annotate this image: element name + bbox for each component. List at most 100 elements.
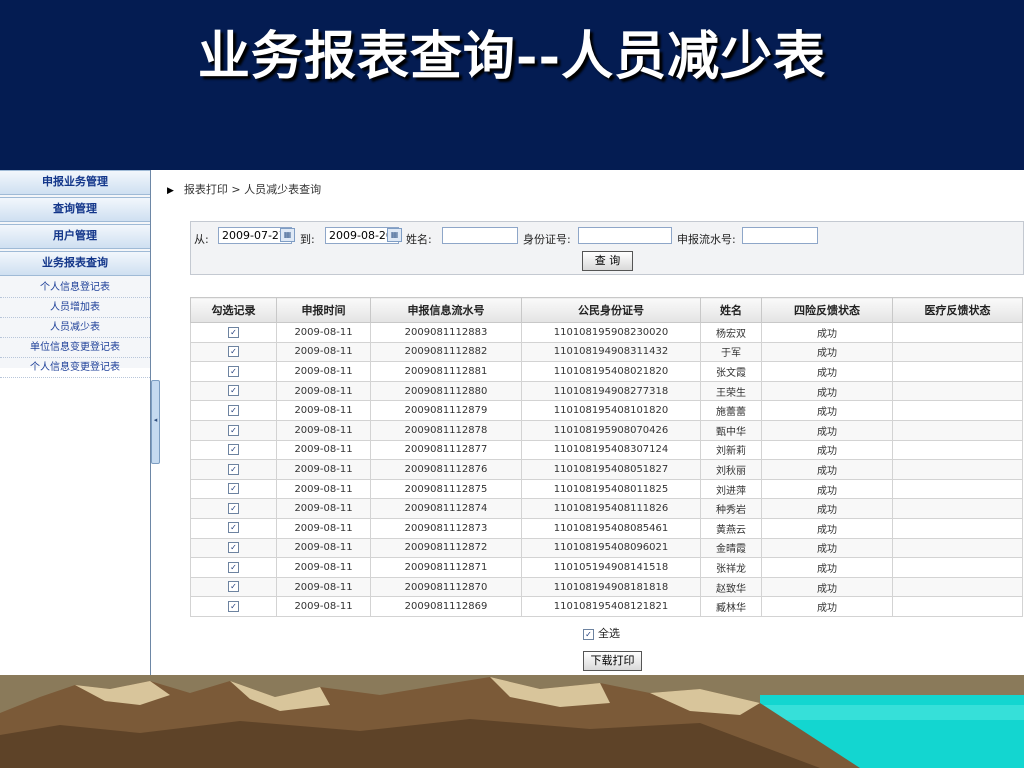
table-row[interactable]: ✓ 2009-08-11 2009081112871 1101051949081415… [190, 557, 1023, 578]
breadcrumb-arrow-icon: ▶ [167, 186, 174, 196]
cell-id-number: 110108195408021820 [521, 361, 701, 382]
cell-id-number: 110108195408051827 [521, 459, 701, 480]
cell-name: 杨宏双 [700, 322, 762, 343]
from-calendar-icon[interactable]: ▦ [280, 228, 295, 242]
cell-declare-time: 2009-08-11 [276, 419, 371, 441]
cell-medical-status [892, 478, 1023, 500]
breadcrumb-path: 报表打印 > 人员减少表查询 [183, 183, 322, 196]
table-row[interactable]: ✓ 2009-08-11 2009081112878 1101081959080704… [190, 419, 1023, 441]
table-row[interactable]: ✓ 2009-08-11 2009081112876 1101081954080518… [190, 459, 1023, 480]
table-row[interactable]: ✓ 2009-08-11 2009081112881 1101081954080218… [190, 361, 1023, 382]
sidebar-group-query-management[interactable]: 查询管理 [0, 197, 150, 222]
cell-serial: 2009081112878 [370, 419, 522, 441]
select-all-label: 全选 [598, 627, 620, 640]
collapse-arrow-icon: ◂ [153, 416, 158, 424]
cell-name: 于军 [700, 341, 762, 363]
sidebar-item-personal-change[interactable]: 个人信息变更登记表 [0, 358, 150, 378]
cell-four-insurance-status: 成功 [761, 596, 893, 617]
row-checkbox[interactable]: ✓ [228, 600, 239, 612]
cell-medical-status [892, 517, 1023, 539]
table-row[interactable]: ✓ 2009-08-11 2009081112879 1101081954081018… [190, 400, 1023, 421]
name-input[interactable] [442, 227, 518, 244]
row-checkbox[interactable]: ✓ [228, 346, 239, 358]
row-checkbox[interactable]: ✓ [228, 404, 239, 416]
row-checkbox[interactable]: ✓ [228, 385, 239, 397]
cell-medical-status [892, 419, 1023, 441]
cell-serial: 2009081112881 [370, 361, 522, 382]
cell-declare-time: 2009-08-11 [276, 498, 371, 519]
cell-declare-time: 2009-08-11 [276, 459, 371, 480]
sidebar-item-personal-registration[interactable]: 个人信息登记表 [0, 278, 150, 298]
cell-name: 张文霞 [700, 361, 762, 382]
cell-id-number: 110108194908181818 [521, 576, 701, 598]
row-checkbox[interactable]: ✓ [228, 463, 239, 475]
sidebar-group-user-management[interactable]: 用户管理 [0, 224, 150, 249]
row-checkbox[interactable]: ✓ [228, 542, 239, 554]
column-header-declare-time: 申报时间 [276, 297, 371, 323]
cell-medical-status [892, 576, 1023, 598]
cell-name: 王荣生 [700, 380, 762, 402]
cell-declare-time: 2009-08-11 [276, 517, 371, 539]
select-all-checkbox[interactable]: ✓ [583, 628, 594, 640]
table-row[interactable]: ✓ 2009-08-11 2009081112874 1101081954081118… [190, 498, 1023, 519]
cell-serial: 2009081112882 [370, 341, 522, 363]
serial-number-label: 申报流水号: [677, 233, 736, 246]
row-checkbox[interactable]: ✓ [228, 502, 239, 514]
cell-four-insurance-status: 成功 [761, 419, 893, 441]
table-row[interactable]: ✓ 2009-08-11 2009081112882 1101081949083114… [190, 341, 1023, 363]
sidebar-collapse-handle[interactable]: ◂ [151, 380, 160, 464]
row-checkbox[interactable]: ✓ [228, 365, 239, 377]
row-checkbox[interactable]: ✓ [228, 561, 239, 573]
table-row[interactable]: ✓ 2009-08-11 2009081112872 1101081954080960… [190, 537, 1023, 559]
cell-four-insurance-status: 成功 [761, 341, 893, 363]
row-checkbox[interactable]: ✓ [228, 483, 239, 495]
to-calendar-icon[interactable]: ▦ [387, 228, 402, 242]
row-select-checkbox-cell: ✓ [190, 478, 277, 500]
cell-serial: 2009081112873 [370, 517, 522, 539]
cell-serial: 2009081112880 [370, 380, 522, 402]
id-number-label: 身份证号: [523, 233, 571, 246]
table-row[interactable]: ✓ 2009-08-11 2009081112880 1101081949082773… [190, 380, 1023, 402]
row-select-checkbox-cell: ✓ [190, 596, 277, 617]
cell-name: 张祥龙 [700, 557, 762, 578]
results-table: 勾选记录 申报时间 申报信息流水号 公民身份证号 姓名 四险反馈状态 医疗反馈状… [190, 297, 1023, 617]
cell-medical-status [892, 400, 1023, 421]
cell-medical-status [892, 498, 1023, 519]
sidebar-group-report-query[interactable]: 业务报表查询 [0, 251, 150, 276]
cell-four-insurance-status: 成功 [761, 557, 893, 578]
row-checkbox[interactable]: ✓ [228, 522, 239, 534]
row-checkbox[interactable]: ✓ [228, 581, 239, 593]
column-header-name: 姓名 [700, 297, 762, 323]
row-checkbox[interactable]: ✓ [228, 444, 239, 456]
cell-name: 刘进萍 [700, 478, 762, 500]
cell-four-insurance-status: 成功 [761, 439, 893, 461]
download-print-button[interactable]: 下载打印 [583, 651, 642, 671]
table-row[interactable]: ✓ 2009-08-11 2009081112875 1101081954080118… [190, 478, 1023, 500]
serial-number-input[interactable] [742, 227, 818, 244]
row-select-checkbox-cell: ✓ [190, 380, 277, 402]
query-button[interactable]: 查 询 [582, 251, 633, 271]
row-checkbox[interactable]: ✓ [228, 326, 239, 338]
sidebar-item-staff-increase[interactable]: 人员增加表 [0, 298, 150, 318]
table-row[interactable]: ✓ 2009-08-11 2009081112870 1101081949081818… [190, 576, 1023, 598]
row-checkbox[interactable]: ✓ [228, 424, 239, 436]
cell-declare-time: 2009-08-11 [276, 557, 371, 578]
cell-medical-status [892, 596, 1023, 617]
sidebar-item-unit-change[interactable]: 单位信息变更登记表 [0, 338, 150, 358]
select-all[interactable]: ✓ 全选 [583, 625, 620, 641]
cell-serial: 2009081112875 [370, 478, 522, 500]
table-row[interactable]: ✓ 2009-08-11 2009081112877 1101081954083071… [190, 439, 1023, 461]
table-row[interactable]: ✓ 2009-08-11 2009081112869 1101081954081218… [190, 596, 1023, 617]
cell-declare-time: 2009-08-11 [276, 478, 371, 500]
id-number-input[interactable] [578, 227, 672, 244]
row-select-checkbox-cell: ✓ [190, 341, 277, 363]
sidebar-item-staff-decrease[interactable]: 人员减少表 [0, 318, 150, 338]
to-label: 到: [300, 233, 315, 246]
table-row[interactable]: ✓ 2009-08-11 2009081112883 1101081959082300… [190, 322, 1023, 343]
cell-name: 赵致华 [700, 576, 762, 598]
table-row[interactable]: ✓ 2009-08-11 2009081112873 1101081954080854… [190, 517, 1023, 539]
cell-serial: 2009081112872 [370, 537, 522, 559]
sidebar-group-declare-management[interactable]: 申报业务管理 [0, 170, 150, 195]
sidebar: 申报业务管理 查询管理 用户管理 业务报表查询 个人信息登记表 人员增加表 人员… [0, 170, 150, 378]
cell-id-number: 110108195908070426 [521, 419, 701, 441]
